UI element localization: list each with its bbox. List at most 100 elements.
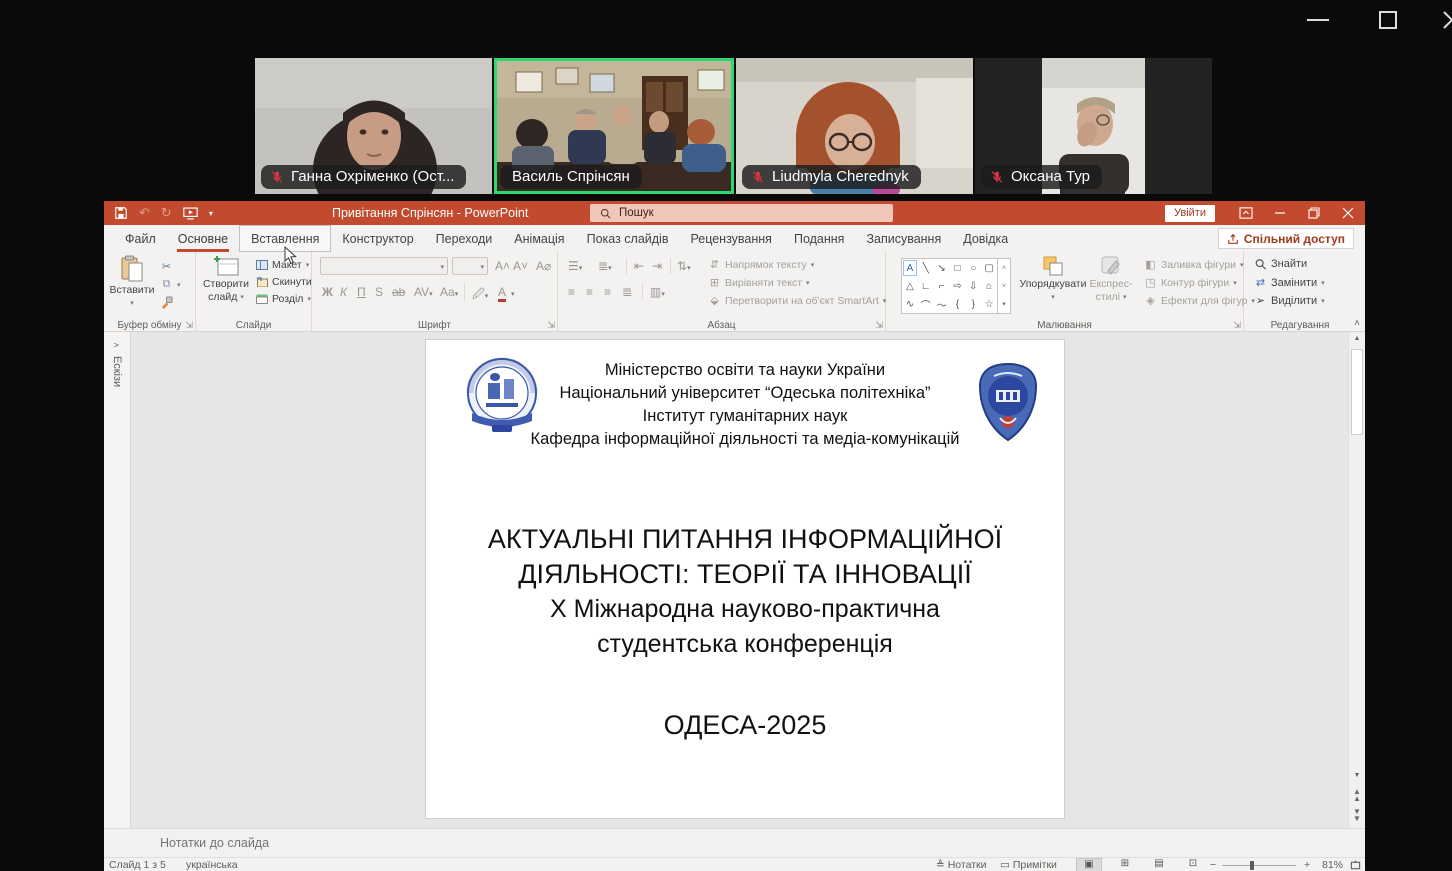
increase-indent-button[interactable]: ⇥ — [652, 259, 662, 273]
shape-triangle[interactable]: △ — [902, 277, 918, 295]
slide-canvas[interactable]: Міністерство освіти та науки України Нац… — [425, 339, 1065, 819]
ribbon-display-options-button[interactable] — [1229, 201, 1263, 225]
share-button[interactable]: Спільний доступ — [1218, 228, 1354, 249]
text-direction-button[interactable]: ⇵Напрямок тексту▾ — [708, 258, 814, 271]
redo-icon[interactable]: ↻ — [161, 205, 172, 221]
app-close-button[interactable] — [1440, 8, 1452, 46]
tab-home[interactable]: Основне — [167, 225, 239, 252]
video-tile-liudmyla[interactable]: Liudmyla Cherednyk — [736, 58, 973, 194]
shape-left-brace[interactable]: { — [949, 295, 965, 313]
shape-effects-button[interactable]: ◈Ефекти для фігур▾ — [1144, 294, 1255, 307]
select-button[interactable]: ➢Виділити▾ — [1254, 294, 1325, 307]
tab-transitions[interactable]: Переходи — [425, 225, 504, 252]
notes-toggle[interactable]: ≜ Нотатки — [936, 859, 986, 871]
normal-view-button[interactable]: ▣ — [1076, 858, 1102, 871]
comments-toggle[interactable]: ▭ Примітки — [1000, 859, 1057, 871]
strikethrough-button[interactable]: ab — [392, 285, 405, 299]
cut-button[interactable]: ✂ — [160, 260, 173, 273]
save-icon[interactable] — [114, 206, 128, 220]
change-case-button[interactable]: Aa▾ — [440, 285, 458, 299]
shape-oval[interactable]: ○ — [965, 259, 981, 277]
dialog-launcher-icon[interactable]: ⇲ — [1233, 320, 1241, 331]
shape-pentagon[interactable]: ⌂ — [981, 277, 997, 295]
copy-button[interactable]: ⧉▾ — [160, 278, 181, 291]
thumbnails-pane-collapsed[interactable]: ˅ Ескізи — [104, 332, 131, 828]
tab-slideshow[interactable]: Показ слайдів — [576, 225, 680, 252]
shape-right-arrow[interactable]: ⇨ — [949, 277, 965, 295]
slide-sorter-view-button[interactable]: ⊞ — [1112, 858, 1138, 871]
section-button[interactable]: Розділ▾ — [256, 293, 311, 305]
font-color-button[interactable]: A — [498, 285, 506, 302]
search-input[interactable]: Пошук — [590, 204, 893, 222]
previous-slide-button[interactable]: ▲▲ — [1349, 788, 1365, 802]
video-tile-vasyl[interactable]: Василь Спрінсян — [494, 58, 734, 194]
window-close-button[interactable] — [1331, 201, 1365, 225]
shape-down-arrow[interactable]: ⇩ — [965, 277, 981, 295]
font-name-combobox[interactable]: ▾ — [320, 257, 448, 275]
zoom-slider-track[interactable] — [1222, 865, 1296, 866]
shape-right-brace[interactable]: } — [965, 295, 981, 313]
paste-button[interactable]: Вставити ▾ — [110, 255, 154, 309]
highlight-color-button[interactable]: 🖉▾ — [472, 285, 488, 306]
bullets-button[interactable]: ☰▾ — [568, 259, 582, 273]
increase-font-button[interactable]: A˄ — [495, 259, 510, 273]
notes-pane[interactable]: Нотатки до слайда — [104, 828, 1365, 857]
find-button[interactable]: Знайти — [1254, 258, 1307, 270]
numbering-button[interactable]: ≣▾ — [598, 259, 612, 273]
slideshow-view-button[interactable]: ⊡ — [1180, 858, 1206, 871]
decrease-font-button[interactable]: A˅ — [513, 259, 528, 273]
align-center-button[interactable]: ≡ — [586, 285, 593, 299]
shape-outline-button[interactable]: ◳Контур фігури▾ — [1144, 276, 1237, 289]
tab-view[interactable]: Подання — [783, 225, 855, 252]
zoom-out-button[interactable]: − — [1210, 859, 1216, 871]
columns-button[interactable]: ▥▾ — [650, 285, 665, 299]
justify-button[interactable]: ≣ — [622, 285, 632, 299]
new-slide-button[interactable]: Створити слайд▾ — [200, 255, 252, 303]
align-right-button[interactable]: ≡ — [604, 285, 611, 299]
shape-line[interactable]: ╲ — [918, 259, 934, 277]
line-spacing-button[interactable]: ⇅▾ — [677, 259, 691, 273]
shadow-button[interactable]: S — [375, 285, 383, 299]
underline-button[interactable]: П — [357, 285, 366, 299]
shape-textbox[interactable]: A — [903, 260, 917, 276]
align-left-button[interactable]: ≡ — [568, 285, 575, 299]
collapse-ribbon-icon[interactable]: ˄ — [1354, 318, 1360, 329]
tab-recording[interactable]: Записування — [855, 225, 952, 252]
video-tile-hanna[interactable]: Ганна Охріменко (Ост... — [255, 58, 492, 194]
layout-button[interactable]: Макет▾ — [256, 259, 309, 271]
align-text-button[interactable]: ⊞Вирівняти текст▾ — [708, 276, 810, 289]
vertical-scrollbar[interactable]: ▲ ▼ ▲▲ ▼▼ — [1348, 332, 1365, 828]
gallery-down-icon[interactable]: ˅ — [998, 277, 1010, 295]
tab-file[interactable]: Файл — [114, 225, 167, 252]
zoom-slider-thumb[interactable] — [1250, 861, 1254, 870]
shape-rectangle[interactable]: □ — [949, 259, 965, 277]
tab-design[interactable]: Конструктор — [331, 225, 424, 252]
shape-rounded-rectangle[interactable]: ▢ — [981, 259, 997, 277]
shape-elbow-connector[interactable]: ∟ — [918, 277, 934, 295]
font-size-combobox[interactable]: ▾ — [452, 257, 488, 275]
slide-indicator[interactable]: Слайд 1 з 5 — [109, 859, 166, 871]
shape-curve[interactable]: 〜 — [934, 295, 950, 313]
font-color-caret-icon[interactable]: ▾ — [511, 290, 515, 298]
tab-review[interactable]: Рецензування — [679, 225, 782, 252]
next-slide-button[interactable]: ▼▼ — [1349, 808, 1365, 822]
scroll-down-icon[interactable]: ▼ — [1349, 772, 1365, 779]
gallery-up-icon[interactable]: ˄ — [998, 259, 1010, 277]
scroll-up-icon[interactable]: ▲ — [1349, 335, 1365, 342]
replace-button[interactable]: ⇄Замінити▾ — [1254, 276, 1325, 289]
dialog-launcher-icon[interactable]: ⇲ — [875, 320, 883, 331]
tab-animations[interactable]: Анімація — [503, 225, 575, 252]
shape-scribble[interactable]: ∿ — [902, 295, 918, 313]
shape-fill-button[interactable]: ◧Заливка фігури▾ — [1144, 258, 1244, 271]
reading-view-button[interactable]: ▤ — [1146, 858, 1172, 871]
decrease-indent-button[interactable]: ⇤ — [634, 259, 644, 273]
dialog-launcher-icon[interactable]: ⇲ — [547, 320, 555, 331]
reset-button[interactable]: Скинути — [256, 276, 312, 288]
convert-smartart-button[interactable]: ⬙Перетворити на об'єкт SmartArt▾ — [708, 294, 886, 307]
video-tile-oksana[interactable]: Оксана Тур — [975, 58, 1212, 194]
arrange-button[interactable]: Упорядкувати ▾ — [1024, 255, 1082, 303]
bold-button[interactable]: Ж — [322, 285, 333, 299]
start-slideshow-icon[interactable] — [183, 207, 198, 220]
app-maximize-button[interactable] — [1376, 8, 1400, 46]
app-minimize-button[interactable] — [1303, 10, 1333, 48]
